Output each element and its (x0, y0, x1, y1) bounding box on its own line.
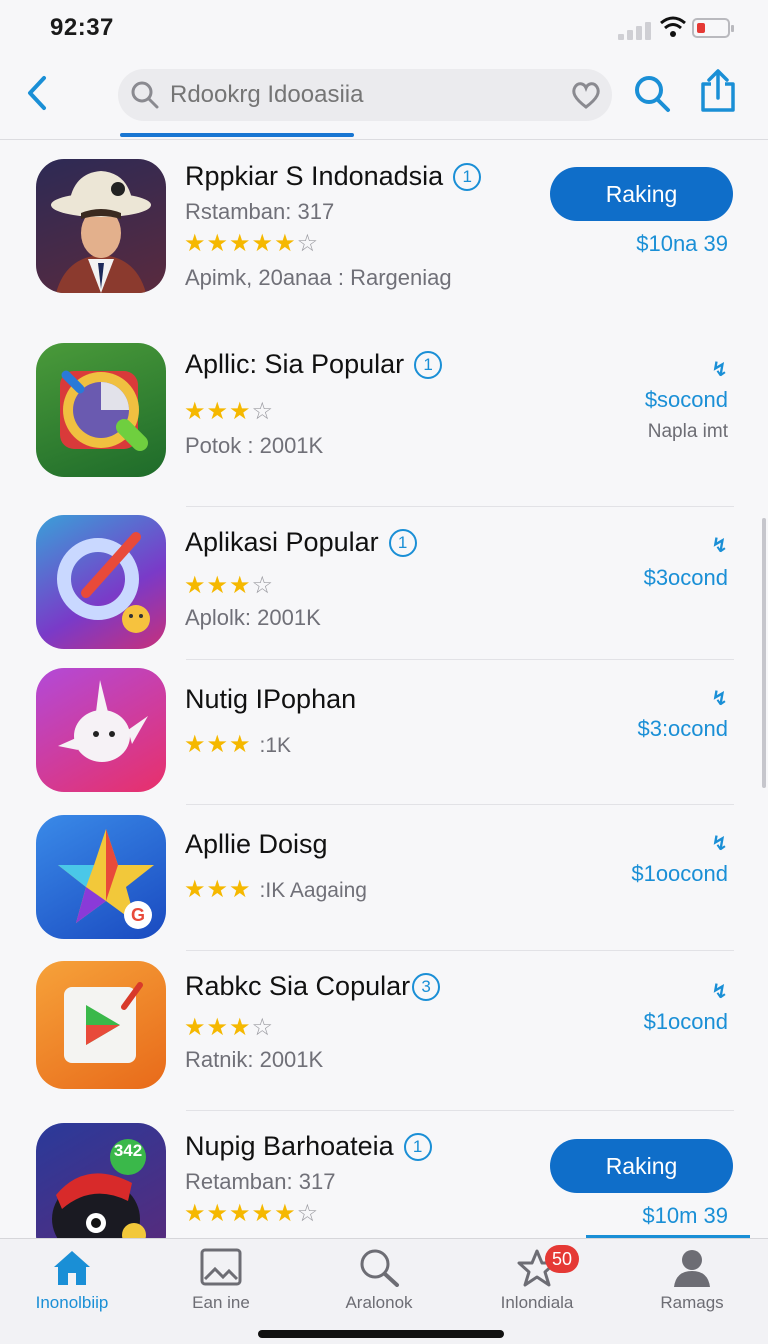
tab-favorites[interactable]: 50 Inlondiala (467, 1245, 607, 1327)
tab-home[interactable]: Inonolbiip (2, 1247, 142, 1327)
list-item[interactable]: Nutig IPophan ★★★:1K ↯ $3:ocond (0, 660, 768, 805)
app-name: Nupig Barhoateia 1 (185, 1131, 432, 1162)
list-item[interactable]: 342 Nupig Barhoateia 1 Retamban: 317 ★★★★… (0, 1111, 768, 1238)
app-icon-person[interactable] (36, 159, 166, 293)
info-badge: 1 (388, 529, 417, 557)
share-button[interactable] (698, 68, 738, 114)
app-name-text: Nupig Barhoateia (185, 1131, 394, 1161)
app-name-text: Aplikasi Popular (185, 527, 379, 557)
price: $10m 39 (642, 1203, 728, 1228)
info-badge: 1 (414, 351, 443, 379)
status-time: 92:37 (50, 14, 114, 41)
rating-stars: ★★★★★☆ (184, 1200, 320, 1227)
info-badge: 3 (412, 973, 441, 1001)
search-underline (120, 133, 354, 137)
wifi-icon (660, 16, 686, 37)
rating-stars: ★★★★★☆ (184, 230, 320, 257)
app-name: Apllic: Sia Popular 1 (185, 349, 443, 380)
rating-stars: ★★★:IK Aagaing (184, 876, 367, 903)
app-name: Apllie Doisg (185, 829, 328, 859)
download-icon[interactable]: ↯ (711, 357, 728, 382)
search-icon (131, 81, 159, 109)
get-button[interactable]: Raking (550, 1139, 733, 1193)
price: $socond (644, 387, 728, 412)
notification-badge: 50 (545, 1245, 579, 1273)
image-icon (200, 1248, 242, 1286)
app-name-text: Apllic: Sia Popular (185, 349, 405, 379)
tab-search[interactable]: Aralonok (309, 1247, 449, 1327)
signal-icon (618, 20, 654, 40)
app-name: Aplikasi Popular 1 (185, 527, 417, 558)
search-box[interactable] (118, 69, 612, 121)
app-icon-g-pencil[interactable] (36, 515, 166, 649)
rating-stars: ★★★☆ (184, 398, 275, 425)
app-icon-colorwheel[interactable] (36, 343, 166, 477)
price: $3ocond (643, 565, 728, 590)
price-note: Napla imt (647, 421, 728, 442)
app-name: Rppkiar S Indonadsia 1 (185, 161, 482, 192)
icon-badge: 342 (113, 1141, 143, 1160)
status-bar: 92:37 (0, 0, 768, 56)
home-icon (54, 1251, 90, 1285)
app-name: Rabkc Sia Copular 3 (185, 971, 441, 1002)
app-list: Rppkiar S Indonadsia 1 Rstamban: 317 ★★★★… (0, 141, 768, 1238)
tab-label: Ramags (660, 1293, 724, 1312)
list-item[interactable]: Aplikasi Popular 1 ★★★☆ Aplolk: 2001K ↯ $… (0, 507, 768, 660)
list-item[interactable]: Apllic: Sia Popular 1 ★★★☆ Potok : 2001K … (0, 321, 768, 507)
tab-label: Inonolbiip (35, 1293, 109, 1312)
app-icon-play[interactable] (36, 961, 166, 1089)
tab-label: Inlondiala (500, 1293, 574, 1312)
scrollbar[interactable] (762, 518, 766, 788)
list-item[interactable]: Rabkc Sia Copular 3 ★★★☆ Ratnik: 2001K ↯ … (0, 951, 768, 1111)
back-button[interactable] (20, 70, 56, 116)
tab-media[interactable]: Ean ine (151, 1247, 291, 1327)
get-button[interactable]: Raking (550, 167, 733, 221)
app-name: Nutig IPophan (185, 684, 357, 714)
rating-stars: ★★★☆ (184, 572, 275, 599)
app-icon-creature[interactable] (36, 668, 166, 792)
list-item[interactable]: Rppkiar S Indonadsia 1 Rstamban: 317 ★★★★… (0, 141, 768, 321)
app-meta: Potok : 2001K (185, 433, 324, 458)
app-name-text: Rppkiar S Indonadsia (185, 161, 444, 191)
download-icon[interactable]: ↯ (711, 979, 728, 1004)
price: $1ocond (643, 1009, 728, 1034)
app-meta: Retamban: 317 (185, 1169, 336, 1194)
tab-label: Ean ine (192, 1293, 250, 1312)
app-icon-cat[interactable]: 342 (36, 1123, 166, 1238)
info-badge: 1 (453, 163, 482, 191)
rating-stars: ★★★:1K (184, 731, 292, 758)
list-item[interactable]: G Apllie Doisg ★★★:IK Aagaing ↯ $1oocond (0, 805, 768, 951)
header (0, 56, 768, 140)
profile-icon (674, 1250, 710, 1287)
download-icon[interactable]: ↯ (711, 831, 728, 856)
heart-icon[interactable] (570, 79, 602, 111)
search-icon (360, 1249, 399, 1287)
download-icon[interactable]: ↯ (711, 686, 728, 711)
home-indicator[interactable] (258, 1330, 504, 1338)
rating-stars: ★★★☆ (184, 1014, 275, 1041)
tab-bar: Inonolbiip Ean ine Aralonok 50 Inlondial… (0, 1238, 768, 1344)
price: $1oocond (631, 861, 728, 886)
price: $3:ocond (637, 716, 728, 741)
info-badge: 1 (403, 1133, 432, 1161)
app-meta: Ratnik: 2001K (185, 1047, 324, 1072)
tab-label: Aralonok (345, 1293, 413, 1312)
download-icon[interactable]: ↯ (711, 533, 728, 558)
app-icon-star[interactable]: G (36, 815, 166, 939)
app-meta: Aplolk: 2001K (185, 605, 321, 630)
svg-text:G: G (131, 905, 145, 925)
price: $10na 39 (636, 231, 728, 256)
tab-profile[interactable]: Ramags (622, 1247, 762, 1327)
app-name-text: Rabkc Sia Copular (185, 971, 411, 1001)
search-button[interactable] (632, 72, 672, 116)
battery-icon (692, 18, 734, 38)
search-input[interactable] (170, 77, 560, 113)
app-meta: Apimk, 20anaa : Rargeniag (185, 265, 452, 290)
app-meta: Rstamban: 317 (185, 199, 335, 224)
